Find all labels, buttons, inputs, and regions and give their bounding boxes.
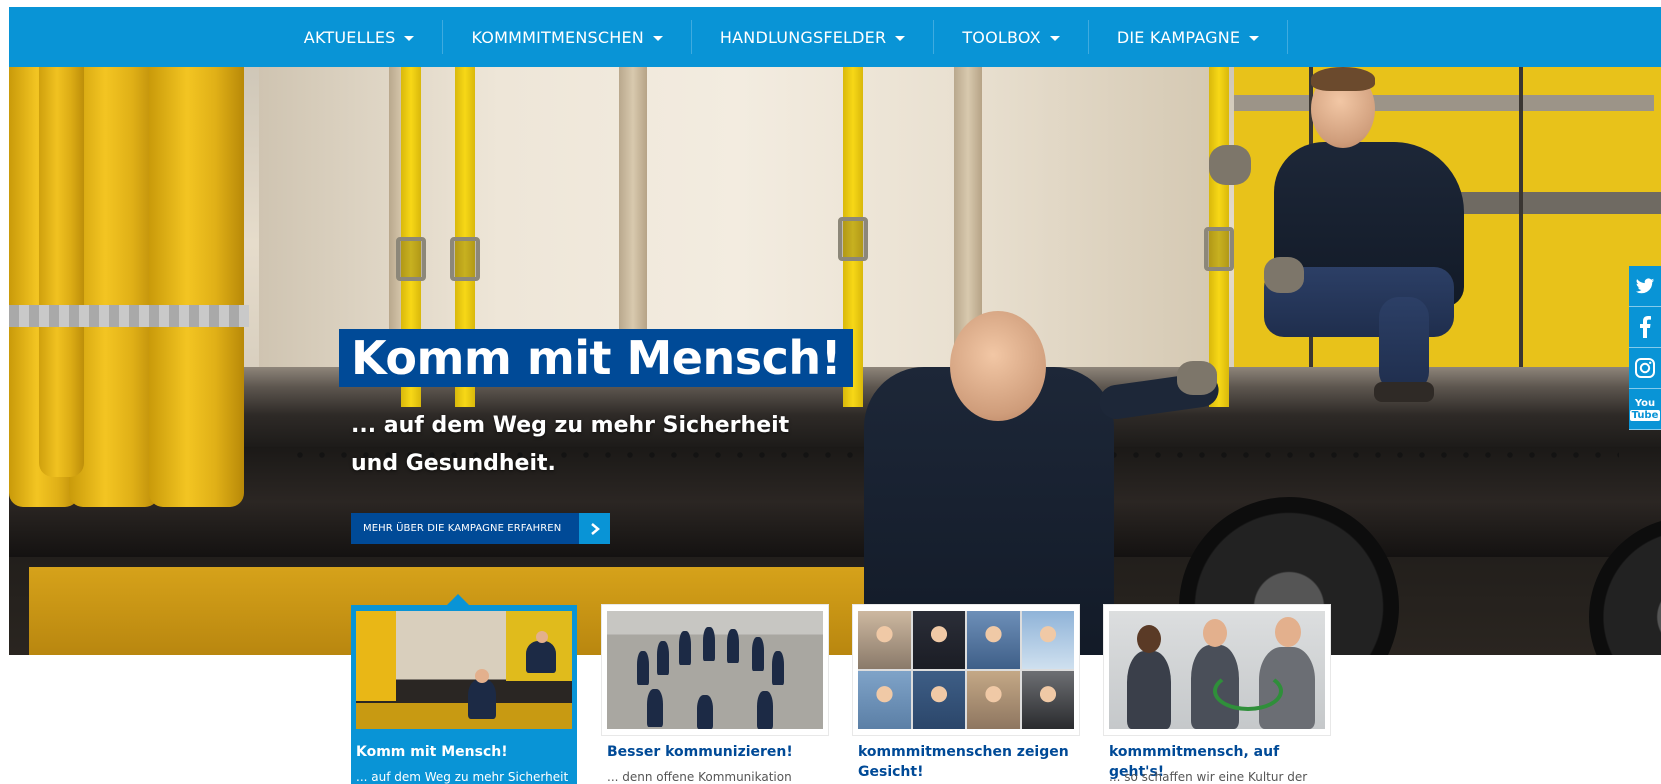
thumb-person-head: [1203, 619, 1227, 647]
nav-item-handlungsfelder[interactable]: HANDLUNGSFELDER: [692, 20, 935, 54]
glove: [1177, 361, 1217, 395]
truck-chassis: [9, 447, 1661, 557]
card-title: Besser kommunizieren!: [607, 744, 793, 760]
thumb-person-head: [1275, 617, 1301, 647]
teaser-card[interactable]: Komm mit Mensch! ... auf dem Weg zu mehr…: [351, 605, 577, 784]
nav-item-label: DIE KAMPAGNE: [1116, 27, 1241, 47]
campaign-more-button[interactable]: MEHR ÜBER DIE KAMPAGNE ERFAHREN: [351, 513, 611, 544]
portrait-tile: [858, 671, 911, 729]
person-crouching-shoe: [1374, 382, 1434, 402]
instagram-icon[interactable]: [1629, 348, 1661, 389]
thumb-person: [647, 689, 663, 727]
card-thumbnail: [1109, 611, 1325, 729]
nav-menu: AKTUELLES KOMMMITMENSCHEN HANDLUNGSFELDE…: [292, 20, 1289, 54]
twitter-icon[interactable]: [1629, 266, 1661, 307]
thumb-hose: [1213, 671, 1283, 711]
portrait-tile: [912, 671, 965, 729]
caret-down-icon: [652, 35, 663, 41]
nav-item-label: TOOLBOX: [962, 27, 1041, 47]
portrait-tile: [858, 611, 911, 669]
portrait-tile: [912, 611, 965, 669]
thumb-person: [657, 641, 669, 675]
strap-buckle: [450, 237, 480, 281]
nav-item-label: KOMMMITMENSCHEN: [471, 27, 644, 47]
chevron-right-icon: [579, 513, 611, 544]
thumb-person: [697, 695, 713, 729]
hero-title: Komm mit Mensch!: [339, 329, 854, 387]
teaser-card[interactable]: kommmitmenschen zeigen Gesicht!: [853, 605, 1079, 784]
strap-buckle: [396, 237, 426, 281]
nav-item-label: HANDLUNGSFELDER: [719, 27, 887, 47]
yellow-bag: [149, 67, 244, 507]
caret-down-icon: [1249, 35, 1260, 41]
person-crouching-hair: [1311, 67, 1375, 91]
person-standing-head: [950, 311, 1046, 421]
card-thumbnail: [858, 611, 1074, 729]
portrait-tile: [967, 611, 1020, 669]
yellow-bag: [39, 67, 84, 477]
strap-buckle: [838, 217, 868, 261]
card-title: kommmitmenschen zeigen Gesicht!: [858, 744, 1069, 780]
nav-item-label: AKTUELLES: [303, 27, 396, 47]
nav-item-die-kampagne[interactable]: DIE KAMPAGNE: [1089, 20, 1289, 54]
portrait-tile: [1021, 611, 1074, 669]
bag-band: [9, 305, 249, 327]
thumb-bag: [356, 611, 396, 701]
thumb-person-head: [1137, 625, 1161, 653]
container-rail: [1449, 192, 1661, 214]
card-thumbnail: [356, 611, 572, 729]
campaign-more-button-label: MEHR ÜBER DIE KAMPAGNE ERFAHREN: [351, 513, 580, 544]
social-sidebar: You Tube: [1629, 266, 1661, 430]
thumb-person: [1127, 651, 1171, 729]
portrait-tile: [1021, 671, 1074, 729]
card-text: ... so schaffen wir eine Kultur der: [1109, 770, 1308, 784]
youtube-label-bottom: Tube: [1629, 409, 1661, 421]
teaser-cards: Komm mit Mensch! ... auf dem Weg zu mehr…: [351, 605, 1331, 784]
card-text: ... denn offene Kommunikation: [607, 770, 792, 784]
thumb-person: [468, 679, 496, 719]
thumb-person: [637, 651, 649, 685]
facebook-icon[interactable]: [1629, 307, 1661, 348]
hero-subtitle: ... auf dem Weg zu mehr Sicherheit und G…: [351, 407, 791, 483]
card-title: Komm mit Mensch!: [356, 744, 508, 760]
container-bar: [1519, 67, 1523, 367]
container-rail: [1234, 95, 1654, 111]
caret-down-icon: [1049, 35, 1060, 41]
thumb-person-head: [536, 631, 548, 643]
teaser-card[interactable]: Besser kommunizieren! ... denn offene Ko…: [602, 605, 828, 784]
page: AKTUELLES KOMMMITMENSCHEN HANDLUNGSFELDE…: [0, 0, 1661, 784]
youtube-icon[interactable]: You Tube: [1629, 389, 1661, 430]
main-navigation: AKTUELLES KOMMMITMENSCHEN HANDLUNGSFELDE…: [9, 7, 1661, 67]
caret-down-icon: [404, 35, 415, 41]
person-crouching-leg: [1379, 297, 1429, 392]
card-thumbnail: [607, 611, 823, 729]
caret-down-icon: [895, 35, 906, 41]
nav-item-toolbox[interactable]: TOOLBOX: [934, 20, 1089, 54]
wood-plank: [619, 67, 647, 367]
hero-banner: Komm mit Mensch! ... auf dem Weg zu mehr…: [9, 67, 1661, 655]
glove: [1209, 145, 1251, 185]
thumb-person: [727, 629, 739, 663]
thumb-person: [526, 641, 556, 673]
thumb-person: [752, 637, 764, 671]
nav-item-kommmitmenschen[interactable]: KOMMMITMENSCHEN: [443, 20, 692, 54]
thumb-person: [757, 691, 773, 729]
thumb-person: [772, 651, 784, 685]
strap-buckle: [1204, 227, 1234, 271]
card-text: ... auf dem Weg zu mehr Sicherheit: [356, 770, 569, 784]
thumb-person-head: [475, 669, 489, 683]
teaser-card[interactable]: kommmitmensch, auf geht's! ... so schaff…: [1104, 605, 1330, 784]
thumb-person: [703, 627, 715, 661]
youtube-label-top: You: [1634, 397, 1656, 409]
thumb-person: [679, 631, 691, 665]
nav-item-aktuelles[interactable]: AKTUELLES: [292, 20, 444, 54]
hero-subtitle-line: ... auf dem Weg zu mehr Sicherheit: [351, 413, 790, 438]
portrait-tile: [967, 671, 1020, 729]
glove: [1264, 257, 1304, 293]
hero-subtitle-line: und Gesundheit.: [351, 451, 556, 476]
